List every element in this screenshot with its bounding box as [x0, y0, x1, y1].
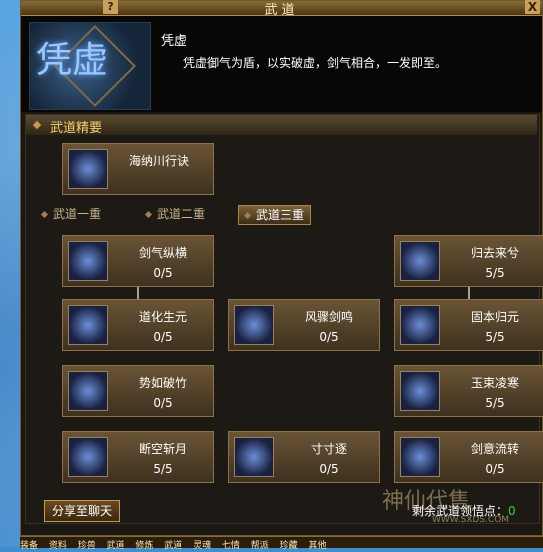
skill-card[interactable]: 断空斩月 5/5 [62, 431, 214, 483]
comet-icon [400, 241, 440, 281]
skill-card[interactable]: 寸寸逐 0/5 [228, 431, 380, 483]
tab-tier-3[interactable]: 武道三重 [238, 205, 312, 225]
skill-panel: 武道精要 海纳川行诀 武道一重 武道二重 武道三重 剑气纵横 0/5 归去来兮 … [25, 114, 543, 524]
skill-card-name: 固本归元 [470, 310, 519, 324]
wudao-window: ? 武道 X 凭虚 凭虚 凭虚御气为盾，以实破虚，剑气相合，一发即至。 武道精要… [20, 0, 543, 536]
skill-card-name: 归去来兮 [470, 246, 519, 260]
section-title: 武道精要 [50, 121, 103, 136]
tab-tier-2[interactable]: 武道二重 [144, 205, 205, 223]
skill-card-level: 5/5 [485, 266, 505, 280]
skill-card-name: 剑意流转 [470, 442, 519, 456]
emblem-glyph: 凭虚 [36, 40, 109, 81]
skill-card-name: 剑气纵横 [138, 246, 187, 260]
skill-card[interactable]: 风骤剑鸣 0/5 [228, 299, 380, 351]
skill-card-name: 断空斩月 [138, 442, 187, 456]
wolf-icon [234, 305, 274, 345]
skill-card[interactable]: 玉束凌寒 5/5 [394, 365, 543, 417]
skill-description: 凭虚御气为盾，以实破虚，剑气相合，一发即至。 [183, 56, 448, 70]
skill-card-level: 5/5 [485, 330, 505, 344]
tab-tier-1[interactable]: 武道一重 [40, 205, 101, 223]
blade-icon [234, 437, 274, 477]
skill-card[interactable]: 归去来兮 5/5 [394, 235, 543, 287]
points-label: 剩余武道领悟点： [412, 504, 509, 518]
moon-slash-icon [68, 437, 108, 477]
diamond-icon [32, 120, 42, 130]
skill-card-level: 0/5 [319, 462, 339, 476]
skill-card[interactable]: 势如破竹 0/5 [62, 365, 214, 417]
skill-card-level: 0/5 [153, 266, 173, 280]
close-button[interactable]: X [525, 0, 540, 14]
skill-card-level: 5/5 [485, 396, 505, 410]
title-bar[interactable]: ? 武道 X [21, 0, 542, 18]
skill-emblem: 凭虚 [29, 22, 151, 110]
diamond-icon [40, 210, 49, 219]
diamond-icon [243, 211, 252, 220]
essence-name: 海纳川行诀 [128, 154, 189, 168]
skill-card-level: 0/5 [319, 330, 339, 344]
skill-header: 凭虚 凭虚 凭虚御气为盾，以实破虚，剑气相合，一发即至。 [21, 16, 542, 112]
skill-card[interactable]: 剑意流转 0/5 [394, 431, 543, 483]
essence-card[interactable]: 海纳川行诀 [62, 143, 214, 195]
diamond-icon [144, 210, 153, 219]
skill-card-level: 0/5 [485, 462, 505, 476]
skill-card-level: 0/5 [153, 396, 173, 410]
skill-card[interactable]: 剑气纵横 0/5 [62, 235, 214, 287]
tier-tabs: 武道一重 武道二重 武道三重 [40, 205, 522, 225]
skill-card-level: 5/5 [153, 462, 173, 476]
wave-icon [68, 149, 108, 189]
skill-card-name: 风骤剑鸣 [304, 310, 353, 324]
essence-section-header: 武道精要 [26, 115, 537, 136]
aura-icon [400, 305, 440, 345]
sword-spirit-icon [68, 241, 108, 281]
skill-connector [137, 285, 139, 299]
skill-card-name: 势如破竹 [138, 376, 187, 390]
share-to-chat-button[interactable]: 分享至聊天 [44, 500, 120, 522]
skill-card-name: 寸寸逐 [310, 442, 347, 456]
sword-flow-icon [400, 437, 440, 477]
skill-card[interactable]: 道化生元 0/5 [62, 299, 214, 351]
frost-sword-icon [400, 371, 440, 411]
skill-card-name: 玉束凌寒 [470, 376, 519, 390]
points-value: 0 [508, 504, 516, 518]
skill-card-name: 道化生元 [138, 310, 187, 324]
skill-name: 凭虚 [161, 34, 188, 49]
skill-card[interactable]: 固本归元 5/5 [394, 299, 543, 351]
bottom-tab-bar: 装备 资料 珍兽 武道 修炼 武道 灵魂 七情 帮派 珍藏 其他 [20, 536, 543, 551]
skill-card-level: 0/5 [153, 330, 173, 344]
vortex-icon [68, 371, 108, 411]
remaining-points: 剩余武道领悟点：0 [412, 502, 516, 519]
moon-icon [68, 305, 108, 345]
skill-connector [468, 285, 470, 299]
